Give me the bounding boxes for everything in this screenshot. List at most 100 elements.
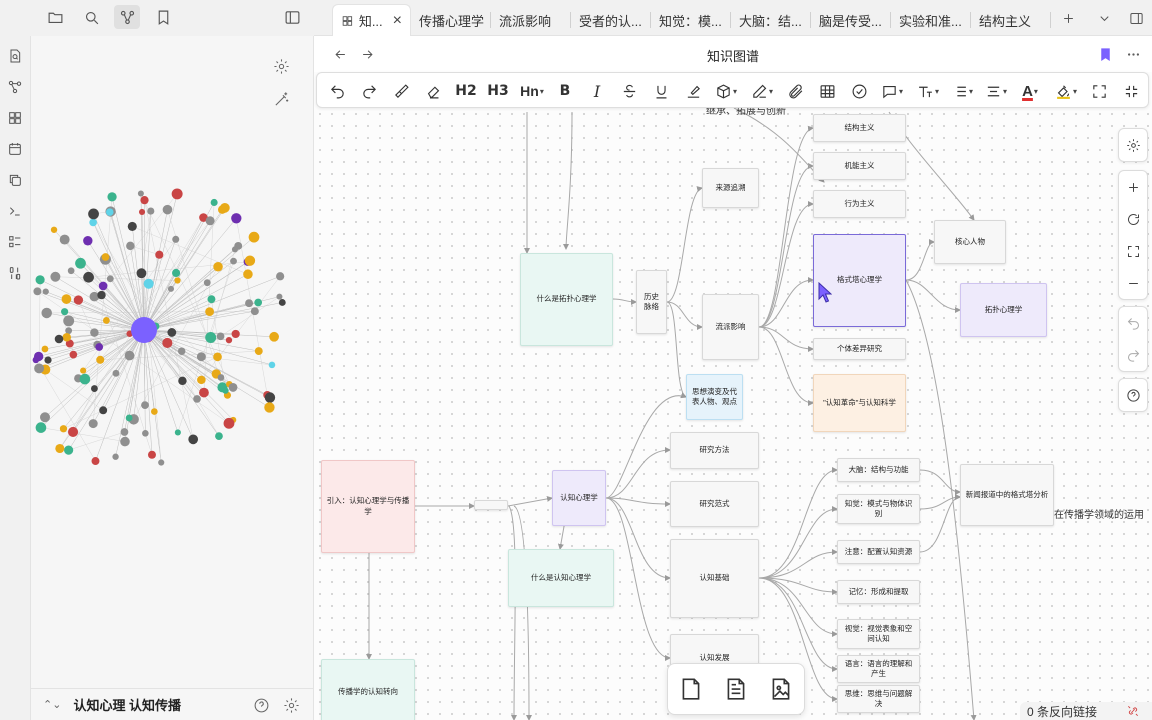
tab-item[interactable]: 知觉：模... (651, 4, 731, 36)
calendar-icon[interactable] (3, 137, 27, 161)
tab-item[interactable]: 结构主义 (971, 4, 1051, 36)
canvas-card[interactable]: 思想演变及代表人物、观点 (686, 374, 743, 420)
canvas-card[interactable]: 什么是拓扑心理学 (520, 253, 613, 346)
table-icon[interactable] (815, 79, 839, 103)
graph-node[interactable] (59, 425, 68, 433)
graph-node[interactable] (223, 417, 235, 429)
graph-node[interactable] (142, 429, 149, 437)
graph-node[interactable] (231, 329, 240, 339)
graph-node[interactable] (33, 287, 42, 296)
canvas-card[interactable]: 核心人物 (934, 220, 1006, 264)
add-media-card-icon[interactable] (768, 676, 794, 702)
graph-node[interactable] (147, 450, 156, 459)
zoom-to-fit-icon[interactable] (1119, 235, 1147, 267)
pen-dropdown-icon[interactable]: ▾ (747, 79, 777, 103)
graph-node[interactable] (254, 347, 263, 356)
canvas-card[interactable]: 机能主义 (813, 152, 906, 180)
backlinks-count[interactable]: 0 条反向链接 (1027, 703, 1097, 720)
undo-icon[interactable] (325, 79, 349, 103)
graph-node[interactable] (205, 216, 215, 226)
canvas[interactable]: 继承、拓展与创新 在传播学领域的运用 结构主义 机能主义 行为主义 来源追溯 核… (314, 72, 1152, 720)
canvas-card[interactable]: 语言：语言的理解和产生 (837, 655, 920, 683)
graph-node[interactable] (225, 336, 233, 344)
graph-node[interactable] (215, 432, 223, 440)
canvas-settings-gear-icon[interactable] (1119, 129, 1147, 161)
graph-node[interactable] (167, 328, 177, 337)
graph-node[interactable] (231, 213, 242, 224)
tab-item[interactable]: 流派影响 (491, 4, 571, 36)
graph-node[interactable] (174, 277, 181, 284)
graph-node[interactable] (67, 267, 75, 275)
graph-node[interactable] (155, 250, 164, 259)
graph-node[interactable] (172, 235, 180, 243)
graph-node[interactable] (33, 351, 44, 362)
graph-node[interactable] (126, 241, 135, 251)
graph-node[interactable] (127, 221, 137, 231)
heading-2-button[interactable]: H2 (453, 79, 479, 103)
graph-node[interactable] (136, 268, 147, 279)
graph-node[interactable] (264, 392, 276, 403)
canvas-card[interactable]: 认知基础 (670, 539, 759, 618)
canvas-card[interactable]: 行为主义 (813, 190, 906, 218)
graph-node[interactable] (88, 208, 99, 220)
canvas-card[interactable]: 传播学的认知转向 (321, 659, 415, 720)
graph-node[interactable] (112, 453, 119, 460)
graph-icon[interactable] (3, 75, 27, 99)
graph-node[interactable] (34, 363, 45, 374)
add-note-card-icon[interactable] (723, 676, 749, 702)
highlight-marker-icon[interactable] (681, 79, 705, 103)
graph-node[interactable] (98, 281, 108, 291)
canvas-card[interactable]: 思维：思维与问题解决 (837, 685, 920, 713)
bookmark-icon[interactable] (150, 5, 176, 29)
graph-node[interactable] (55, 443, 65, 454)
graph-node[interactable] (264, 402, 275, 413)
canvas-redo-icon[interactable] (1119, 339, 1147, 371)
graph-node[interactable] (63, 315, 75, 327)
graph-node[interactable] (83, 271, 94, 283)
graph-node[interactable] (147, 207, 155, 215)
strikethrough-icon[interactable] (617, 79, 641, 103)
list-dropdown-icon[interactable]: ▾ (947, 79, 977, 103)
graph-node[interactable] (188, 434, 199, 445)
graph-node[interactable] (216, 332, 225, 341)
canvas-card[interactable]: 知觉：模式与物体识别 (837, 494, 920, 524)
close-icon[interactable]: × (393, 12, 402, 30)
graph-node[interactable] (230, 257, 237, 265)
background-fill-dropdown-icon[interactable]: ▾ (1051, 79, 1081, 103)
graph-node[interactable] (141, 401, 149, 409)
settings-gear-icon[interactable] (269, 54, 293, 78)
graph-node[interactable] (59, 234, 70, 245)
fullscreen-expand-icon[interactable] (1087, 79, 1111, 103)
canvas-card[interactable]: 拓扑心理学 (960, 283, 1047, 337)
terminal-icon[interactable] (3, 199, 27, 223)
graph-node[interactable] (171, 188, 183, 200)
graph-node[interactable] (178, 376, 187, 386)
canvas-card[interactable]: 认知心理学 (552, 470, 606, 526)
fullscreen-collapse-icon[interactable] (1119, 79, 1143, 103)
local-graph[interactable] (31, 136, 314, 516)
graph-node[interactable] (99, 406, 108, 415)
graph-node[interactable] (167, 285, 175, 292)
canvas-card[interactable]: 注意：配置认知资源 (837, 540, 920, 564)
font-color-dropdown[interactable]: A ▾ (1015, 79, 1045, 103)
graph-node[interactable] (64, 445, 74, 455)
canvas-card[interactable]: 个体差异研究 (813, 338, 906, 360)
canvas-connector-card[interactable] (474, 500, 508, 510)
graph-node[interactable] (83, 236, 93, 246)
new-tab-plus-icon[interactable] (1056, 6, 1080, 30)
graph-node[interactable] (248, 231, 260, 243)
add-blank-card-icon[interactable] (678, 676, 704, 702)
canvas-card[interactable]: 结构主义 (813, 114, 906, 142)
heading-n-dropdown[interactable]: Hn ▾ (517, 79, 547, 103)
graph-node[interactable] (50, 271, 61, 282)
graph-node[interactable] (213, 262, 223, 272)
canvas-card[interactable]: 什么是认知心理学 (508, 549, 614, 607)
graph-node[interactable] (276, 293, 283, 300)
folder-icon[interactable] (42, 5, 68, 29)
file-search-icon[interactable] (3, 44, 27, 68)
graph-node[interactable] (73, 295, 84, 305)
zoom-out-minus-icon[interactable] (1119, 267, 1147, 299)
tab-item[interactable]: 受者的认... (571, 4, 651, 36)
canvas-card[interactable]: 来源追溯 (702, 168, 759, 208)
graph-node[interactable] (95, 343, 104, 351)
